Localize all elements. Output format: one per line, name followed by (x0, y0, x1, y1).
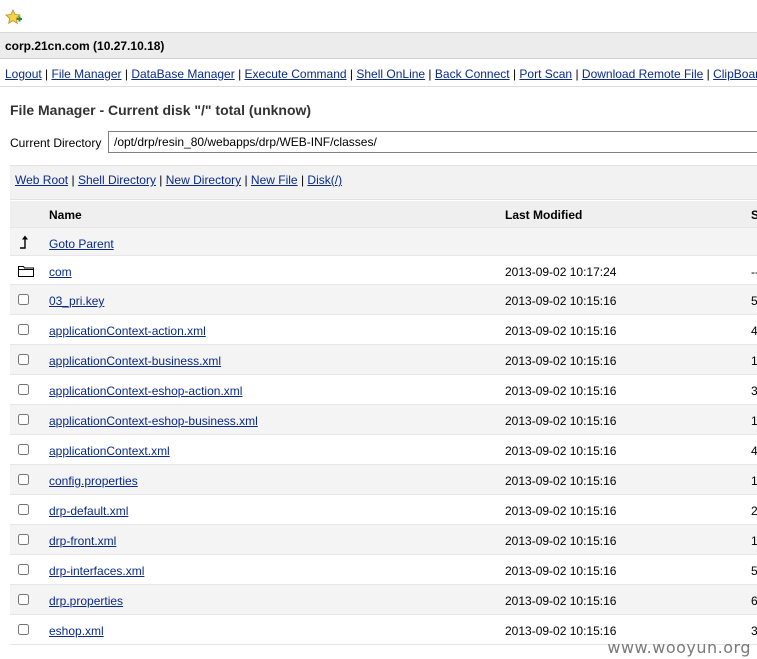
nav-database-manager-link[interactable]: DataBase Manager (131, 67, 234, 81)
parent-arrow-icon (20, 235, 28, 249)
size-cell: -- (751, 265, 757, 279)
shortcut-web-root-link[interactable]: Web Root (15, 173, 68, 187)
last-modified-cell: 2013-09-02 10:17:24 (505, 265, 617, 279)
file-select-checkbox[interactable] (18, 384, 29, 395)
file-link[interactable]: drp-default.xml (49, 504, 128, 518)
file-link[interactable]: applicationContext.xml (49, 444, 170, 458)
favorite-star-icon[interactable] (5, 9, 23, 25)
last-modified-cell: 2013-09-02 10:15:16 (505, 534, 617, 548)
last-modified-cell: 2013-09-02 10:15:16 (505, 384, 617, 398)
goto-parent-row: Goto Parent (10, 228, 757, 256)
file-select-checkbox[interactable] (18, 324, 29, 335)
host-bar: corp.21cn.com (10.27.10.18) (0, 33, 757, 59)
size-cell: 2 (751, 504, 757, 518)
file-select-checkbox[interactable] (18, 414, 29, 425)
file-link[interactable]: applicationContext-business.xml (49, 354, 221, 368)
nav-links: Logout | File Manager | DataBase Manager… (5, 67, 757, 81)
size-cell: 1 (751, 354, 757, 368)
file-select-checkbox[interactable] (18, 354, 29, 365)
last-modified-cell: 2013-09-02 10:15:16 (505, 414, 617, 428)
nav-back-connect-link[interactable]: Back Connect (435, 67, 510, 81)
nav-port-scan-link[interactable]: Port Scan (519, 67, 572, 81)
file-select-checkbox[interactable] (18, 294, 29, 305)
shortcut-new-file-link[interactable]: New File (251, 173, 298, 187)
size-cell: 4 (751, 444, 757, 458)
shortcut-bar: Web Root | Shell Directory | New Directo… (10, 165, 757, 200)
nav-file-manager-link[interactable]: File Manager (52, 67, 122, 81)
file-link[interactable]: drp-interfaces.xml (49, 564, 144, 578)
shortcut-disk-link[interactable]: Disk(/) (307, 173, 342, 187)
last-modified-cell: 2013-09-02 10:15:16 (505, 564, 617, 578)
nav-shell-online-link[interactable]: Shell OnLine (356, 67, 425, 81)
shortcut-new-directory-link[interactable]: New Directory (166, 173, 241, 187)
file-link[interactable]: 03_pri.key (49, 294, 104, 308)
nav-logout-link[interactable]: Logout (5, 67, 42, 81)
current-directory-input[interactable] (108, 131, 757, 153)
file-select-checkbox[interactable] (18, 594, 29, 605)
table-row: applicationContext-eshop-business.xml 201… (10, 405, 757, 435)
last-modified-cell: 2013-09-02 10:15:16 (505, 444, 617, 458)
file-select-checkbox[interactable] (18, 624, 29, 635)
header-last-modified: Last Modified (505, 208, 583, 222)
table-row: 03_pri.key 2013-09-02 10:15:16 5 (10, 285, 757, 315)
last-modified-cell: 2013-09-02 10:15:16 (505, 294, 617, 308)
size-cell: 3 (751, 624, 757, 638)
file-select-checkbox[interactable] (18, 474, 29, 485)
size-cell: 5 (751, 294, 757, 308)
file-link[interactable]: config.properties (49, 474, 138, 488)
page-title: File Manager - Current disk "/" total (u… (10, 102, 312, 118)
current-directory-label: Current Directory (10, 136, 102, 150)
folder-link[interactable]: com (49, 265, 72, 279)
table-row: drp-default.xml 2013-09-02 10:15:16 2 (10, 495, 757, 525)
file-table: Name Last Modified S Goto Parent com 2013… (10, 201, 757, 645)
browser-toolbar (0, 0, 757, 33)
last-modified-cell: 2013-09-02 10:15:16 (505, 354, 617, 368)
file-select-checkbox[interactable] (18, 564, 29, 575)
file-select-checkbox[interactable] (18, 534, 29, 545)
nav-execute-command-link[interactable]: Execute Command (245, 67, 347, 81)
nav-download-remote-file-link[interactable]: Download Remote File (582, 67, 703, 81)
table-row: com 2013-09-02 10:17:24 -- (10, 256, 757, 285)
file-link[interactable]: applicationContext-eshop-action.xml (49, 384, 242, 398)
last-modified-cell: 2013-09-02 10:15:16 (505, 504, 617, 518)
table-row: applicationContext-eshop-action.xml 2013-… (10, 375, 757, 405)
nav-clipboard-link[interactable]: ClipBoard (713, 67, 757, 81)
header-size: S (751, 208, 757, 222)
last-modified-cell: 2013-09-02 10:15:16 (505, 594, 617, 608)
file-link[interactable]: drp-front.xml (49, 534, 116, 548)
file-link[interactable]: eshop.xml (49, 624, 104, 638)
size-cell: 1 (751, 414, 757, 428)
main-nav: Logout | File Manager | DataBase Manager… (0, 59, 757, 87)
table-row: applicationContext-business.xml 2013-09-0… (10, 345, 757, 375)
size-cell: 5 (751, 564, 757, 578)
last-modified-cell: 2013-09-02 10:15:16 (505, 624, 617, 638)
host-title: corp.21cn.com (10.27.10.18) (5, 39, 165, 53)
folder-icon (18, 266, 34, 277)
table-row: drp.properties 2013-09-02 10:15:16 6 (10, 585, 757, 615)
last-modified-cell: 2013-09-02 10:15:16 (505, 324, 617, 338)
goto-parent-link[interactable]: Goto Parent (49, 237, 114, 251)
table-row: drp-interfaces.xml 2013-09-02 10:15:16 5 (10, 555, 757, 585)
file-select-checkbox[interactable] (18, 444, 29, 455)
last-modified-cell: 2013-09-02 10:15:16 (505, 474, 617, 488)
table-header-row: Name Last Modified S (10, 201, 757, 228)
watermark: www.wooyun.org (607, 638, 751, 657)
shortcut-links: Web Root | Shell Directory | New Directo… (15, 173, 343, 187)
file-link[interactable]: drp.properties (49, 594, 123, 608)
file-select-checkbox[interactable] (18, 504, 29, 515)
size-cell: 1 (751, 474, 757, 488)
size-cell: 3 (751, 384, 757, 398)
size-cell: 1 (751, 534, 757, 548)
file-link[interactable]: applicationContext-action.xml (49, 324, 206, 338)
header-name: Name (49, 208, 82, 222)
size-cell: 6 (751, 594, 757, 608)
table-row: applicationContext-action.xml 2013-09-02 … (10, 315, 757, 345)
file-link[interactable]: applicationContext-eshop-business.xml (49, 414, 258, 428)
size-cell: 4 (751, 324, 757, 338)
table-row: drp-front.xml 2013-09-02 10:15:16 1 (10, 525, 757, 555)
table-row: applicationContext.xml 2013-09-02 10:15:1… (10, 435, 757, 465)
table-row: config.properties 2013-09-02 10:15:16 1 (10, 465, 757, 495)
shortcut-shell-directory-link[interactable]: Shell Directory (78, 173, 156, 187)
